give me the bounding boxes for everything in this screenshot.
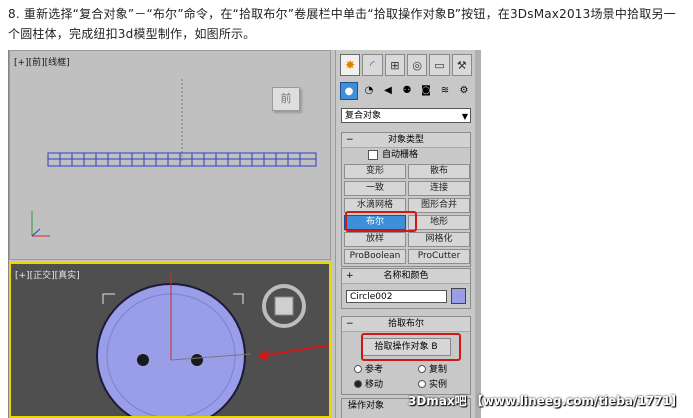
radio-dot — [418, 379, 426, 388]
cameras-button[interactable]: ⚉ — [399, 82, 415, 98]
object-color-swatch[interactable] — [450, 288, 466, 304]
object-type-rollout: − 对象类型 自动栅格 变形 散布 一致 连接 水滴网格 图形合并 布尔 地形 … — [341, 132, 471, 267]
front-viewport-scene — [31, 79, 317, 237]
hierarchy-icon: ⊞ — [390, 58, 400, 72]
lights-button[interactable]: ◀ — [380, 82, 396, 98]
highlight-pick-operand — [361, 333, 461, 361]
highlight-boolean — [345, 211, 417, 232]
pick-boolean-title: 拾取布尔 — [387, 319, 424, 329]
spacewarps-button[interactable]: ≋ — [437, 82, 453, 98]
radio-instance[interactable]: 实例 — [418, 377, 480, 390]
radio-move[interactable]: 移动 — [354, 377, 416, 390]
loft-button[interactable]: 放样 — [344, 232, 406, 247]
name-row: Circle002 — [346, 288, 466, 304]
collapse-icon: − — [346, 135, 354, 145]
radio-dot — [354, 364, 362, 373]
morph-button[interactable]: 变形 — [344, 164, 406, 179]
shapes-button[interactable]: ◔ — [361, 82, 377, 98]
viewcube-label: 前 — [280, 92, 292, 105]
collapse-icon: + — [346, 271, 354, 281]
radio-instance-label: 实例 — [429, 380, 448, 390]
terrain-button[interactable]: 地形 — [408, 215, 470, 230]
procutter-button[interactable]: ProCutter — [408, 249, 470, 264]
lights-icon: ◀ — [384, 84, 392, 96]
command-panel: ✸ ◜ ⊞ ◎ ▭ ⚒ ● ◔ ◀ ⚉ ◙ ≋ ⚙ 复合对象 ▼ − 对象类型 … — [335, 50, 476, 418]
radio-reference-label: 参考 — [365, 365, 384, 375]
object-type-title: 对象类型 — [387, 135, 424, 145]
modify-tab[interactable]: ◜ — [362, 54, 383, 76]
radio-move-label: 移动 — [365, 380, 384, 390]
systems-icon: ⚙ — [459, 84, 469, 96]
page-margin — [481, 50, 683, 418]
category-icons: ● ◔ ◀ ⚉ ◙ ≋ ⚙ — [340, 82, 472, 102]
shapes-icon: ◔ — [364, 84, 374, 96]
geometry-icon: ● — [344, 85, 354, 97]
systems-button[interactable]: ⚙ — [456, 82, 472, 98]
motion-tab[interactable]: ◎ — [406, 54, 428, 76]
display-tab[interactable]: ▭ — [429, 54, 450, 76]
collapse-icon: − — [346, 319, 354, 329]
hierarchy-tab[interactable]: ⊞ — [384, 54, 405, 76]
shapemerge-button[interactable]: 图形合并 — [408, 198, 470, 213]
name-color-rollout: + 名称和颜色 Circle002 — [341, 268, 471, 309]
scatter-button[interactable]: 散布 — [408, 164, 470, 179]
conform-button[interactable]: 一致 — [344, 181, 406, 196]
modify-icon: ◜ — [370, 58, 375, 72]
helpers-icon: ◙ — [421, 84, 431, 96]
category-dropdown-value: 复合对象 — [345, 111, 382, 121]
connect-button[interactable]: 连接 — [408, 181, 470, 196]
radio-dot-selected — [354, 379, 362, 388]
autogrid-label: 自动栅格 — [382, 150, 419, 160]
create-icon: ✸ — [345, 58, 356, 72]
pick-boolean-header[interactable]: − 拾取布尔 — [342, 317, 470, 332]
panel-tabs: ✸ ◜ ⊞ ◎ ▭ ⚒ — [340, 54, 472, 78]
autogrid-checkbox[interactable] — [368, 150, 378, 160]
object-type-header[interactable]: − 对象类型 — [342, 133, 470, 148]
autogrid-row[interactable]: 自动栅格 — [342, 148, 470, 162]
watermark: 3Dmax吧 【www.lineeg.com/tieba/1771】 — [408, 394, 683, 408]
chevron-down-icon: ▼ — [461, 112, 468, 121]
radio-dot — [418, 364, 426, 373]
proboolean-button[interactable]: ProBoolean — [344, 249, 406, 264]
ortho-viewport-scene — [96, 274, 329, 416]
geometry-button[interactable]: ● — [340, 82, 358, 100]
category-dropdown[interactable]: 复合对象 ▼ — [341, 108, 471, 123]
name-color-header[interactable]: + 名称和颜色 — [342, 269, 470, 284]
spacewarps-icon: ≋ — [440, 84, 450, 96]
radio-copy[interactable]: 复制 — [418, 362, 480, 375]
name-color-title: 名称和颜色 — [383, 271, 429, 281]
3dsmax-screenshot: [+][前][线框] 前 [+][正交][真实] ✸ ◜ ⊞ ◎ ▭ ⚒ ● ◔… — [8, 50, 683, 418]
helpers-button[interactable]: ◙ — [418, 82, 434, 98]
viewcube[interactable]: 前 — [272, 87, 300, 111]
utilities-icon: ⚒ — [456, 58, 467, 72]
create-tab[interactable]: ✸ — [340, 54, 361, 76]
cameras-icon: ⚉ — [402, 84, 412, 96]
motion-icon: ◎ — [412, 58, 422, 72]
display-icon: ▭ — [434, 58, 445, 72]
radio-copy-label: 复制 — [429, 365, 448, 375]
ortho-viewport[interactable]: [+][正交][真实] — [9, 262, 331, 418]
front-viewport[interactable]: [+][前][线框] 前 — [9, 50, 331, 260]
utilities-tab[interactable]: ⚒ — [451, 54, 472, 76]
instruction-text: 8. 重新选择“复合对象”－“布尔”命令，在“拾取布尔”卷展栏中单击“拾取操作对… — [8, 7, 676, 41]
mesher-button[interactable]: 网格化 — [408, 232, 470, 247]
radio-reference[interactable]: 参考 — [354, 362, 416, 375]
pick-mode-radios: 参考 复制 移动 实例 — [342, 360, 470, 394]
object-name-input[interactable]: Circle002 — [346, 289, 447, 303]
